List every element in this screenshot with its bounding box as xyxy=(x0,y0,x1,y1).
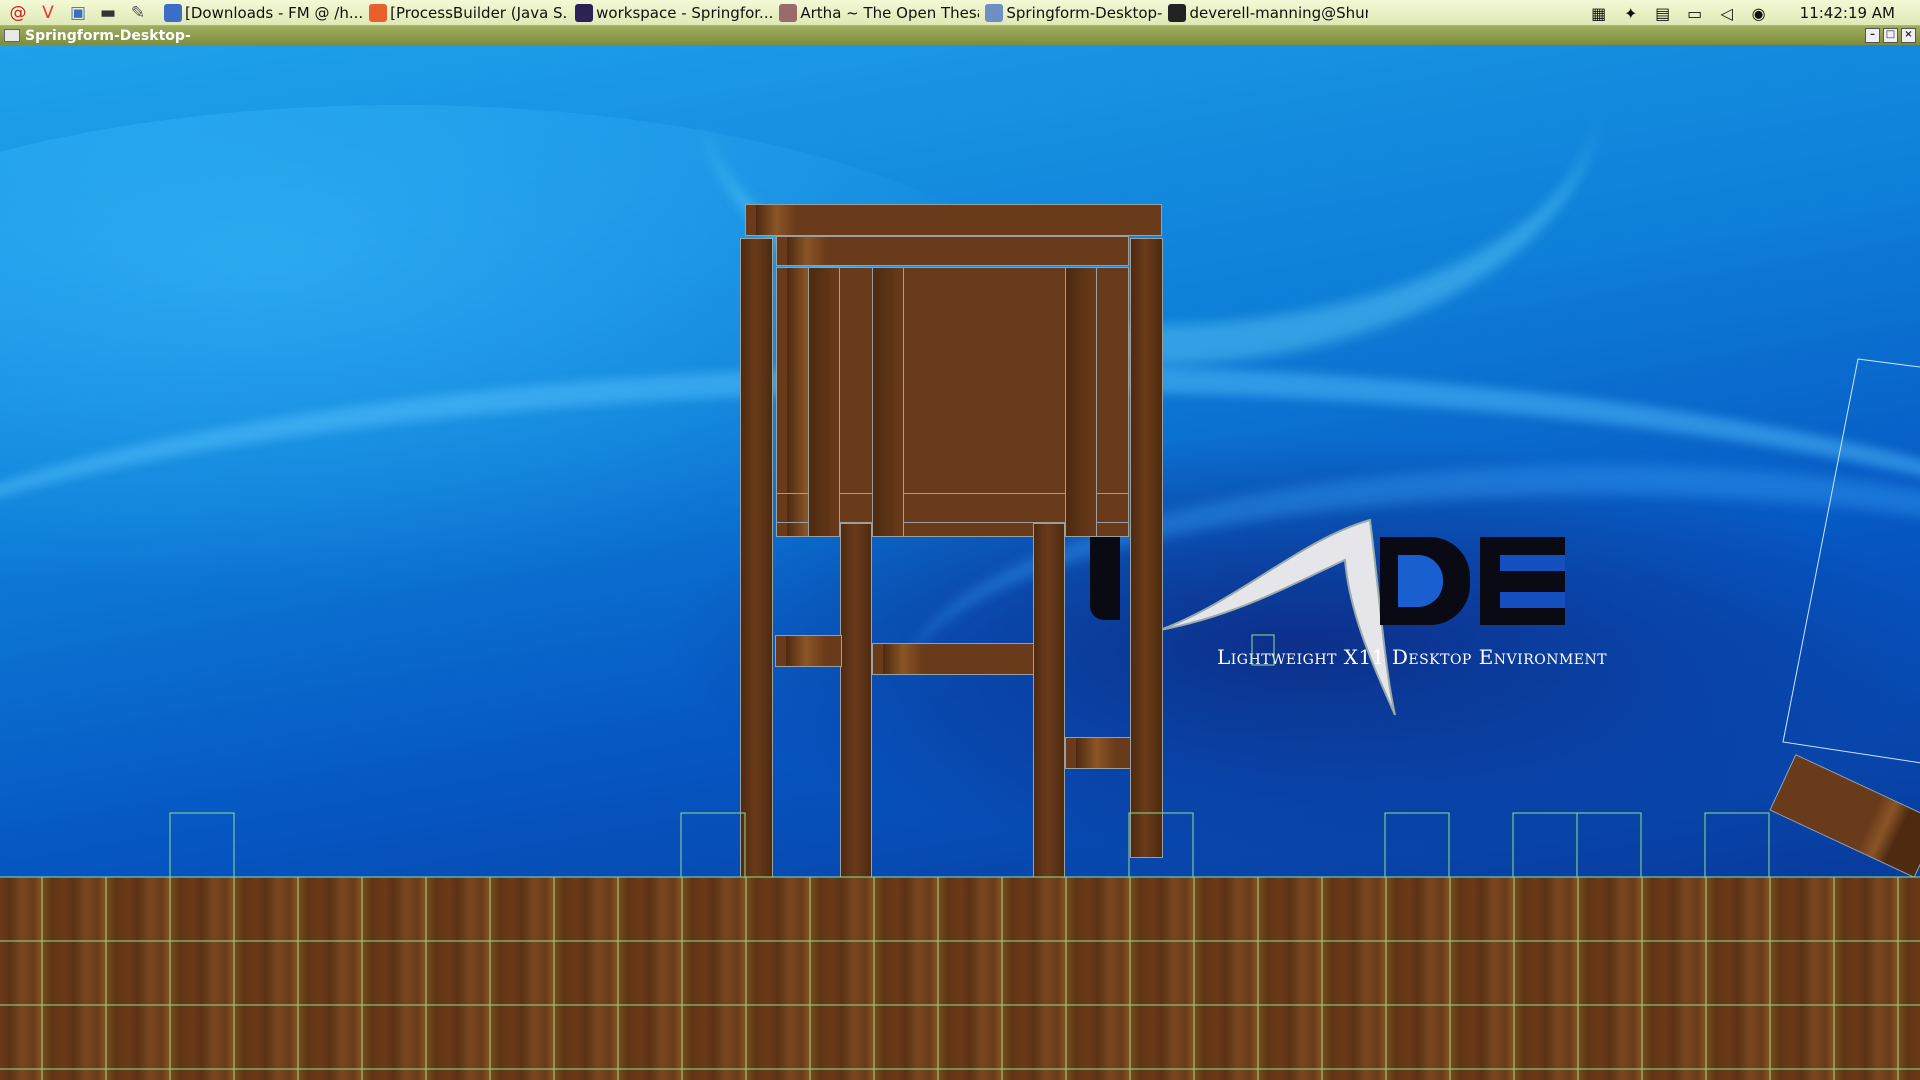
debian-swirl-icon[interactable]: @ xyxy=(6,2,30,24)
vivaldi-browser-icon[interactable]: V xyxy=(36,2,60,24)
terminal-icon xyxy=(1168,3,1187,22)
terminal-icon[interactable]: ▬ xyxy=(96,2,120,24)
system-tray: ▦ ✦ ▤ ▭ ◁ ◉ 11:42:19 AM xyxy=(1578,0,1920,26)
clock[interactable]: 11:42:19 AM xyxy=(1800,4,1895,22)
taskbar-task[interactable]: Springform-Desktop- xyxy=(985,1,1162,25)
volume-muted-icon[interactable]: ◁ xyxy=(1716,3,1738,23)
collision-outline-layer xyxy=(0,358,1920,1080)
taskbar-task-label: [ProcessBuilder (Java S... xyxy=(390,3,570,22)
window-title: Springform-Desktop- xyxy=(25,27,191,44)
taskbar-task[interactable]: deverell-manning@Shur... xyxy=(1168,1,1368,25)
microphone-icon[interactable]: ◉ xyxy=(1748,3,1770,23)
outline-box xyxy=(1512,812,1578,878)
editor-icon[interactable]: ✎ xyxy=(126,2,150,24)
minimize-button[interactable]: – xyxy=(1865,28,1880,43)
taskbar-task-label: [Downloads - FM @ /h... xyxy=(185,3,364,22)
taskbar-task[interactable]: Artha ~ The Open Thesa... xyxy=(779,1,979,25)
taskbar-task-label: Artha ~ The Open Thesa... xyxy=(800,3,979,22)
book-icon xyxy=(779,3,798,22)
taskbar-task[interactable]: [ProcessBuilder (Java S... xyxy=(369,1,569,25)
outline-box xyxy=(680,812,746,878)
workspace-switcher-icon[interactable]: ▦ xyxy=(1588,3,1610,23)
outline-box xyxy=(169,812,235,878)
network-icon[interactable]: ▭ xyxy=(1684,3,1706,23)
eclipse-icon xyxy=(575,3,594,22)
window-controls: – □ × xyxy=(1862,28,1916,43)
color-picker-icon[interactable]: ✦ xyxy=(1620,3,1642,23)
file-manager-icon[interactable]: ▣ xyxy=(66,2,90,24)
desktop-canvas[interactable]: Lightweight X11 Desktop Environment xyxy=(0,45,1920,1080)
window-titlebar[interactable]: Springform-Desktop- – □ × xyxy=(0,26,1920,45)
outline-box xyxy=(1384,812,1450,878)
taskbar-task-label: workspace - Springfor... xyxy=(596,3,774,22)
outline-box xyxy=(1782,358,1920,764)
outline-box xyxy=(1128,812,1194,878)
taskbar-task[interactable]: [Downloads - FM @ /h... xyxy=(164,1,363,25)
outline-box xyxy=(1704,812,1770,878)
taskbar-task[interactable]: workspace - Springfor... xyxy=(575,1,773,25)
tray-icons: ▦ ✦ ▤ ▭ ◁ ◉ xyxy=(1578,3,1770,23)
taskbar-task-label: deverell-manning@Shur... xyxy=(1189,3,1369,22)
launcher-bar: @ V ▣ ▬ ✎ xyxy=(0,2,150,24)
taskbar: @ V ▣ ▬ ✎ [Downloads - FM @ /h... [ProcessBui… xyxy=(0,0,1920,26)
taskbar-task-label: Springform-Desktop- xyxy=(1006,3,1163,22)
maximize-button[interactable]: □ xyxy=(1883,28,1898,43)
dictionary-icon[interactable]: ▤ xyxy=(1652,3,1674,23)
window-icon xyxy=(985,3,1004,22)
outline-box xyxy=(1576,812,1642,878)
firefox-icon xyxy=(369,3,388,22)
window-icon xyxy=(4,29,20,42)
folder-icon xyxy=(164,3,182,22)
close-button[interactable]: × xyxy=(1901,28,1916,43)
task-list: [Downloads - FM @ /h... [ProcessBuilder (… xyxy=(158,1,1368,25)
outline-box xyxy=(1251,634,1275,666)
